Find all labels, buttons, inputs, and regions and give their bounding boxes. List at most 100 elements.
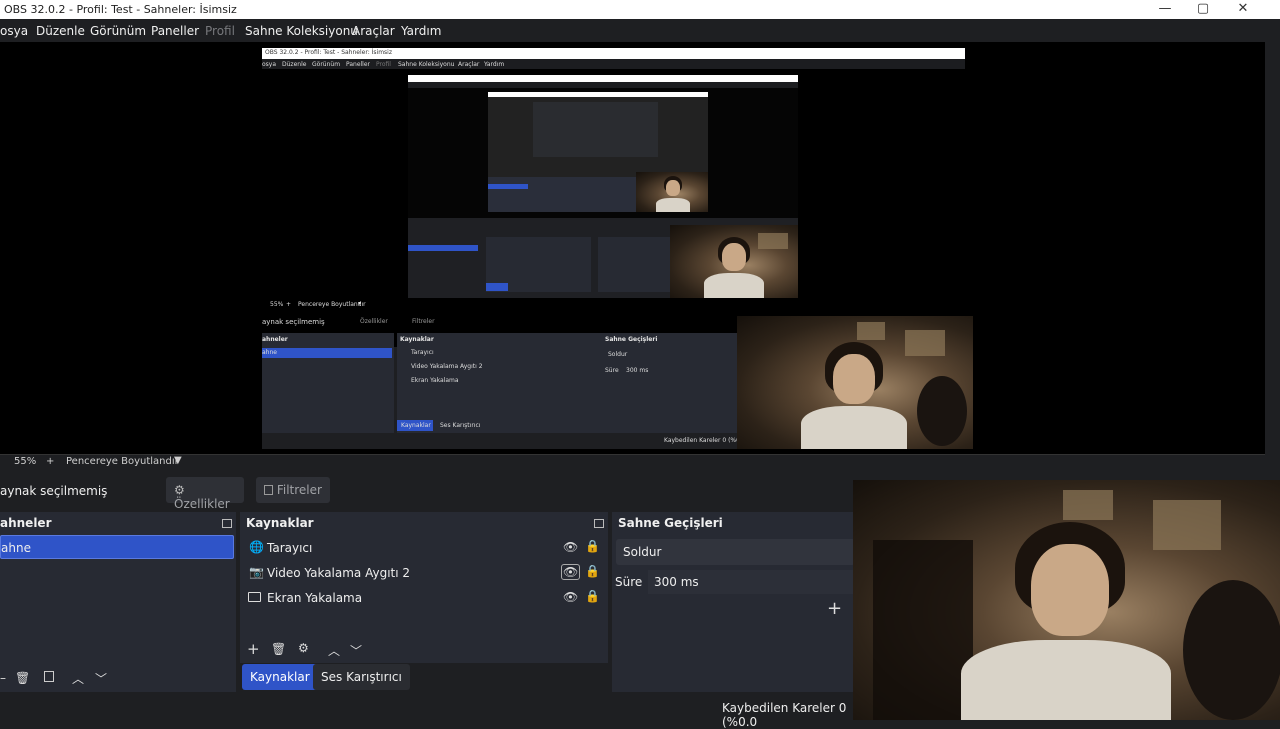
nested-title-bar: OBS 32.0.2 - Profil: Test - Sahneler: İs… [262,48,965,59]
lock-icon[interactable]: 🔒 [585,564,600,578]
undock-icon[interactable] [222,519,232,528]
source-item-label: Video Yakalama Aygıtı 2 [267,566,411,580]
trash-icon[interactable]: 🗑 [271,642,286,656]
menu-file[interactable]: osya [0,24,28,38]
tab-sources[interactable]: Kaynaklar [242,664,318,690]
move-down-icon[interactable]: ﹀ [95,670,107,687]
close-icon[interactable]: ✕ [1228,1,1258,16]
transitions-header: Sahne Geçişleri [618,516,723,530]
lock-icon[interactable]: 🔒 [585,539,600,553]
nested-tab-sources: Kaynaklar [401,422,431,429]
nested-transitions-header: Sahne Geçişleri [605,336,658,343]
menu-docks[interactable]: Paneller [151,24,199,38]
nested-menu-item: Paneller [346,61,371,68]
nested-filters: Filtreler [412,318,435,325]
menu-edit[interactable]: Düzenle [36,24,85,38]
source-item-label: Ekran Yakalama [267,591,363,605]
source-item[interactable]: 📷 Video Yakalama Aygıtı 2 👁 🔒 [240,561,608,585]
zoom-in-icon[interactable]: + [46,456,54,467]
source-item[interactable]: Ekran Yakalama 👁 🔒 [240,586,608,610]
nested-zoom: 55% [270,301,284,308]
nested-sources-panel: Kaynaklar Tarayıcı Video Yakalama Aygıtı… [397,333,602,433]
nested-menu-item: Sahne Koleksiyonu [398,61,455,68]
filters-label: Filtreler [276,483,322,497]
properties-button[interactable]: ⚙ Özellikler [166,477,244,511]
source-item[interactable]: 🌐 Tarayıcı 👁 🔒 [240,536,608,560]
webcam-feed-overlay [853,480,1280,720]
add-transition-icon[interactable]: + [827,598,842,619]
nested-preview-level3 [488,92,708,212]
nested-properties: Özellikler [360,318,388,325]
nested-source-item: Ekran Yakalama [411,377,459,384]
zoom-level[interactable]: 55% [14,456,36,467]
nested-menu-bar: osya Düzenle Görünüm Paneller Profil Sah… [262,59,965,69]
move-down-icon[interactable]: ﹀ [350,642,362,659]
maximize-icon[interactable]: ▢ [1188,1,1218,16]
menu-tools[interactable]: Araçlar [352,24,395,38]
window-title: OBS 32.0.2 - Profil: Test - Sahneler: İs… [4,3,237,16]
remove-icon[interactable]: – [0,671,6,685]
nested-zoom-row: 55% + Pencereye Boyutlandır ▾ [270,300,366,308]
transition-type: Soldur [623,545,662,559]
nested-dropped-frames: Kaybedilen Kareler 0 (%0.0 [664,437,746,444]
nested-transition-type: Soldur [608,351,628,358]
move-up-icon[interactable]: ︿ [328,642,340,659]
source-toolbar: aynak seçilmemiş ⚙ Özellikler Filtreler [0,476,855,511]
nested-preview-level2 [408,75,798,298]
nested-webcam-feed [737,316,973,449]
lock-icon[interactable]: 🔒 [585,589,600,603]
monitor-icon [248,592,261,602]
nested-menu-item: Düzenle [282,61,307,68]
nested-menu-item: Araçlar [458,61,480,68]
nested-scene-item: ahne [262,349,277,356]
preview-scrollbar[interactable] [1265,42,1280,454]
gear-icon[interactable]: ⚙ [298,641,309,655]
filters-button[interactable]: Filtreler [256,477,330,503]
resize-to-window-label[interactable]: Pencereye Boyutlandır [66,456,179,467]
sources-panel: Kaynaklar 🌐 Tarayıcı 👁 🔒 📷 Video Yakalam… [240,512,608,663]
eye-icon[interactable]: 👁 [561,564,581,580]
scene-filter-icon[interactable] [44,671,54,682]
nested-scenes-header: ahneler [262,336,288,343]
menu-view[interactable]: Görünüm [90,24,146,38]
nested-tab-mixer: Ses Karıştırıcı [440,422,481,429]
nested-resize: Pencereye Boyutlandır [298,301,366,308]
menu-scene-collection[interactable]: Sahne Koleksiyonu [245,24,358,38]
title-bar: OBS 32.0.2 - Profil: Test - Sahneler: İs… [0,0,1280,19]
sources-header: Kaynaklar [246,516,314,530]
status-bar: Kaybedilen Kareler 0 (%0.0 [0,697,855,729]
duration-field[interactable]: 300 ms [648,570,855,594]
undock-icon[interactable] [594,519,604,528]
nested-level2-title [408,75,798,82]
move-up-icon[interactable]: ︿ [72,670,84,687]
scene-transitions-panel: Sahne Geçişleri Soldur Süre 300 ms + [612,512,855,692]
scenes-header: ahneler [0,516,52,530]
add-source-icon[interactable]: + [247,640,260,658]
gear-icon: ⚙ [174,483,185,497]
minimize-icon[interactable]: — [1150,1,1180,16]
eye-icon[interactable]: 👁 [563,540,578,554]
transition-select[interactable]: Soldur [616,539,855,565]
duration-value: 300 ms [654,575,699,589]
menu-help[interactable]: Yardım [401,24,441,38]
source-item-label: Tarayıcı [267,541,313,555]
chevron-down-icon[interactable]: ▼ [174,455,182,466]
filter-icon [264,485,273,495]
duration-label: Süre [615,575,643,589]
menu-profile[interactable]: Profil [205,24,235,38]
globe-icon: 🌐 [249,540,264,554]
nested-menu-item: Profil [376,61,391,68]
trash-icon[interactable]: 🗑 [15,671,30,685]
nested-duration: 300 ms [626,367,649,374]
preview-zoom-row: 55% + Pencereye Boyutlandır ▼ [0,455,1280,469]
camera-icon: 📷 [249,565,264,579]
eye-icon[interactable]: 👁 [563,590,578,604]
properties-label: Özellikler [174,497,230,511]
no-source-selected-label: aynak seçilmemiş [0,484,108,498]
scene-item[interactable]: ahne [0,535,234,559]
nested-window-title: OBS 32.0.2 - Profil: Test - Sahneler: İs… [265,49,392,56]
tab-audio-mixer[interactable]: Ses Karıştırıcı [313,664,410,690]
nested-menu-item: osya [262,61,277,68]
menu-bar: osya Düzenle Görünüm Paneller Profil Sah… [0,19,1280,42]
scenes-panel: ahneler ahne – 🗑 ︿ ﹀ [0,512,236,692]
